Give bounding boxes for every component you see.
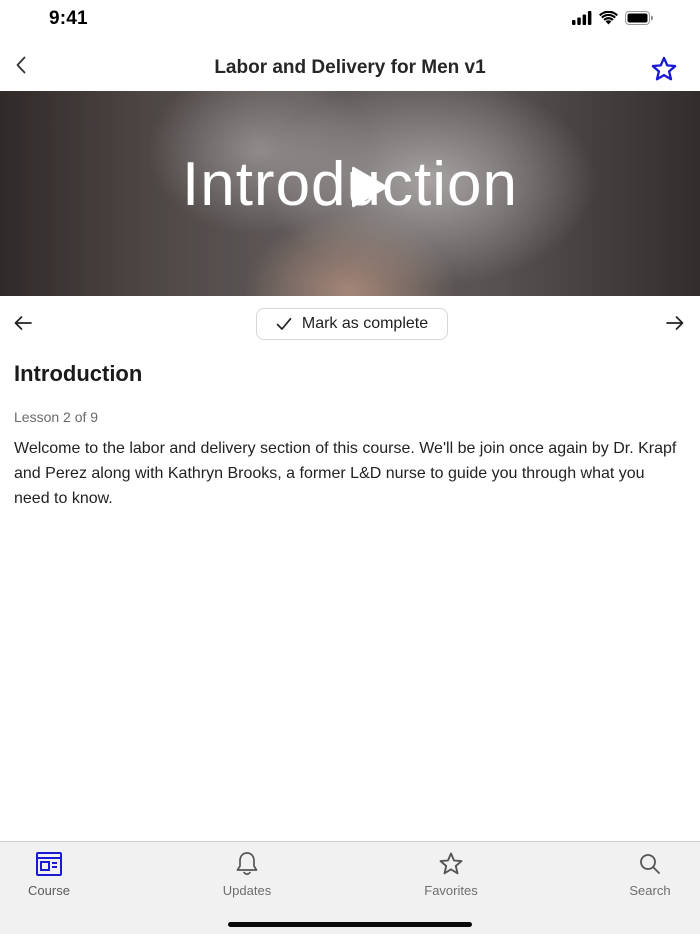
tab-label: Course xyxy=(28,883,70,898)
lesson-description: Welcome to the labor and delivery sectio… xyxy=(14,440,677,507)
lesson-title: Introduction xyxy=(14,361,143,386)
video-player[interactable]: Introduction xyxy=(0,91,700,296)
status-time: 9:41 xyxy=(49,8,88,29)
page-title: Labor and Delivery for Men v1 xyxy=(214,57,486,78)
home-indicator xyxy=(228,922,472,927)
bell-icon xyxy=(236,852,258,876)
previous-lesson-icon[interactable] xyxy=(12,312,34,334)
search-icon xyxy=(640,854,660,874)
tab-course[interactable]: Course xyxy=(4,850,94,898)
status-icons xyxy=(572,11,654,25)
next-lesson-icon[interactable] xyxy=(664,312,686,334)
tab-search[interactable]: Search xyxy=(605,850,695,898)
checkmark-icon xyxy=(276,317,292,330)
signal-icon xyxy=(572,11,592,25)
star-icon xyxy=(439,852,463,875)
mark-complete-label: Mark as complete xyxy=(301,315,429,332)
lesson-nav: Mark as complete xyxy=(0,296,700,354)
tab-updates[interactable]: Updates xyxy=(202,850,292,898)
star-icon xyxy=(651,56,677,81)
tab-label: Updates xyxy=(222,883,272,898)
battery-icon xyxy=(625,11,653,25)
tab-bar: Course Updates Favorites Search xyxy=(0,841,700,934)
tab-favorites[interactable]: Favorites xyxy=(406,850,496,898)
favorite-button[interactable] xyxy=(650,55,678,83)
play-icon[interactable] xyxy=(350,164,388,210)
mark-complete-button[interactable]: Mark as complete xyxy=(256,308,448,340)
lesson-progress: Lesson 2 of 9 xyxy=(14,409,99,425)
course-icon xyxy=(36,852,62,876)
tab-label: Search xyxy=(629,883,671,898)
status-bar: 9:41 xyxy=(0,0,700,44)
tab-label: Favorites xyxy=(424,883,478,898)
nav-header: Labor and Delivery for Men v1 xyxy=(0,44,700,91)
wifi-icon xyxy=(599,11,618,25)
